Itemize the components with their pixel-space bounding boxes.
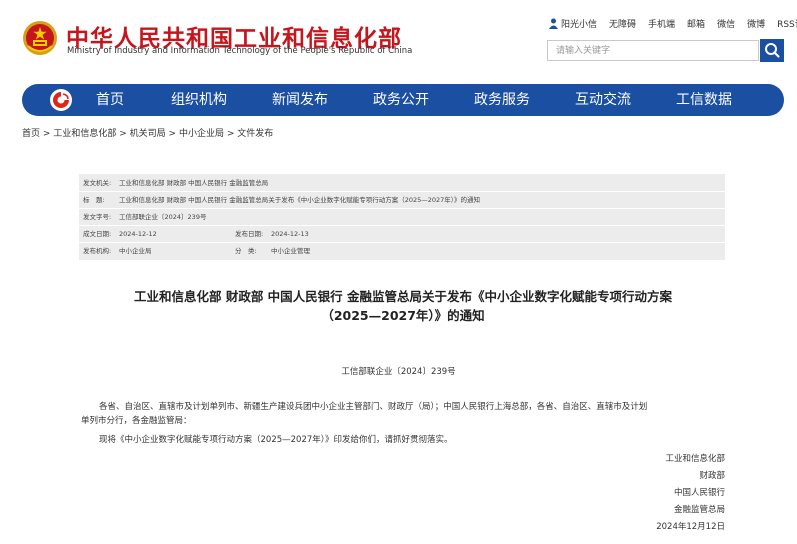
meta-value: 工业和信息化部 财政部 中国人民银行 金融监管总局 xyxy=(119,179,269,187)
meta-label: 发文字号: xyxy=(83,213,112,221)
meta-label: 成文日期: xyxy=(83,230,112,238)
top-link-weibo[interactable]: 微博 xyxy=(747,17,765,30)
meta-value: 2024-12-12 xyxy=(119,230,157,238)
meta-value: 2024-12-13 xyxy=(271,230,309,238)
meta-label: 标 题: xyxy=(83,196,105,204)
meta-row-agency: 发布机构: 中小企业局 分 类: 中小企业管理 xyxy=(79,243,725,260)
article-paragraph: 现将《中小企业数字化赋能专项行动方案（2025—2027年）》印发给你们，请抓好… xyxy=(99,435,453,445)
article-title: 工业和信息化部 财政部 中国人民银行 金融监管总局关于发布《中小企业数字化赋能专… xyxy=(80,287,726,325)
article-title-line: 工业和信息化部 财政部 中国人民银行 金融监管总局关于发布《中小企业数字化赋能专… xyxy=(133,289,673,304)
nav-organization[interactable]: 组织机构 xyxy=(171,84,227,116)
breadcrumb-documents[interactable]: 文件发布 xyxy=(237,129,273,139)
top-link-mobile[interactable]: 手机端 xyxy=(648,17,675,30)
meta-label: 分 类: xyxy=(235,247,257,255)
nav-news[interactable]: 新闻发布 xyxy=(272,84,328,116)
nav-services[interactable]: 政务服务 xyxy=(474,84,530,116)
signature-issuer: 工业和信息化部 xyxy=(665,454,725,464)
breadcrumb-separator: > xyxy=(168,129,177,139)
nav-government-affairs[interactable]: 政务公开 xyxy=(373,84,429,116)
nav-interaction[interactable]: 互动交流 xyxy=(575,84,631,116)
breadcrumb-sme-bureau[interactable]: 中小企业局 xyxy=(179,129,224,139)
signature-issuer: 中国人民银行 xyxy=(673,488,725,498)
person-icon xyxy=(549,18,558,29)
top-links-bar: 阳光小信 无障碍 手机端 邮箱 微信 微博 RSS订阅 xyxy=(549,17,797,30)
top-link-mail[interactable]: 邮箱 xyxy=(687,17,705,30)
top-link-sunshine[interactable]: 阳光小信 xyxy=(561,17,597,30)
signature-issuer: 金融监管总局 xyxy=(673,505,725,515)
top-link-accessibility[interactable]: 无障碍 xyxy=(609,17,636,30)
search-button[interactable] xyxy=(760,39,784,62)
signature-issuer: 财政部 xyxy=(699,471,725,481)
breadcrumb-home[interactable]: 首页 xyxy=(22,129,40,139)
breadcrumb: 首页 > 工业和信息化部 > 机关司局 > 中小企业局 > 文件发布 xyxy=(22,126,273,139)
nav-home[interactable]: 首页 xyxy=(96,84,124,116)
search-icon xyxy=(765,43,780,58)
meta-value: 中小企业管理 xyxy=(271,247,310,255)
meta-label: 发文机关: xyxy=(83,179,112,187)
meta-label: 发布机构: xyxy=(83,247,112,255)
meta-row-dates: 成文日期: 2024-12-12 发布日期: 2024-12-13 xyxy=(79,226,725,243)
meta-value: 工业和信息化部 财政部 中国人民银行 金融监管总局关于发布《中小企业数字化赋能专… xyxy=(119,196,481,204)
ministry-logo-icon xyxy=(50,89,72,111)
document-number: 工信部联企业〔2024〕239号 xyxy=(341,367,456,377)
meta-value: 工信部联企业〔2024〕239号 xyxy=(119,213,207,221)
breadcrumb-separator: > xyxy=(226,129,235,139)
article-paragraph: 各省、自治区、直辖市及计划单列市、新疆生产建设兵团中小企业主管部门、财政厅（局）… xyxy=(99,402,648,412)
meta-row-docno: 发文字号: 工信部联企业〔2024〕239号 xyxy=(79,209,725,226)
national-emblem-icon xyxy=(23,21,57,55)
breadcrumb-ministry[interactable]: 工业和信息化部 xyxy=(53,129,116,139)
document-meta-table: 发文机关: 工业和信息化部 财政部 中国人民银行 金融监管总局 标 题: 工业和… xyxy=(79,174,725,260)
site-subtitle: Ministry of Industry and Information Tec… xyxy=(67,46,413,56)
top-link-rss[interactable]: RSS订阅 xyxy=(777,17,797,30)
signature-date: 2024年12月12日 xyxy=(656,522,725,532)
nav-data[interactable]: 工信数据 xyxy=(676,84,732,116)
search-input[interactable]: 请输入关键字 xyxy=(547,40,759,61)
article-paragraph: 单列市分行，各金融监管局： xyxy=(81,416,192,426)
breadcrumb-departments[interactable]: 机关司局 xyxy=(130,129,166,139)
breadcrumb-separator: > xyxy=(119,129,127,139)
article-title-line: （2025—2027年）》的通知 xyxy=(321,308,485,323)
top-link-wechat[interactable]: 微信 xyxy=(717,17,735,30)
meta-value: 中小企业局 xyxy=(119,247,152,255)
meta-label: 发布日期: xyxy=(235,230,264,238)
meta-row-issuer: 发文机关: 工业和信息化部 财政部 中国人民银行 金融监管总局 xyxy=(79,175,725,192)
breadcrumb-separator: > xyxy=(42,129,51,139)
meta-row-title: 标 题: 工业和信息化部 财政部 中国人民银行 金融监管总局关于发布《中小企业数… xyxy=(79,192,725,209)
